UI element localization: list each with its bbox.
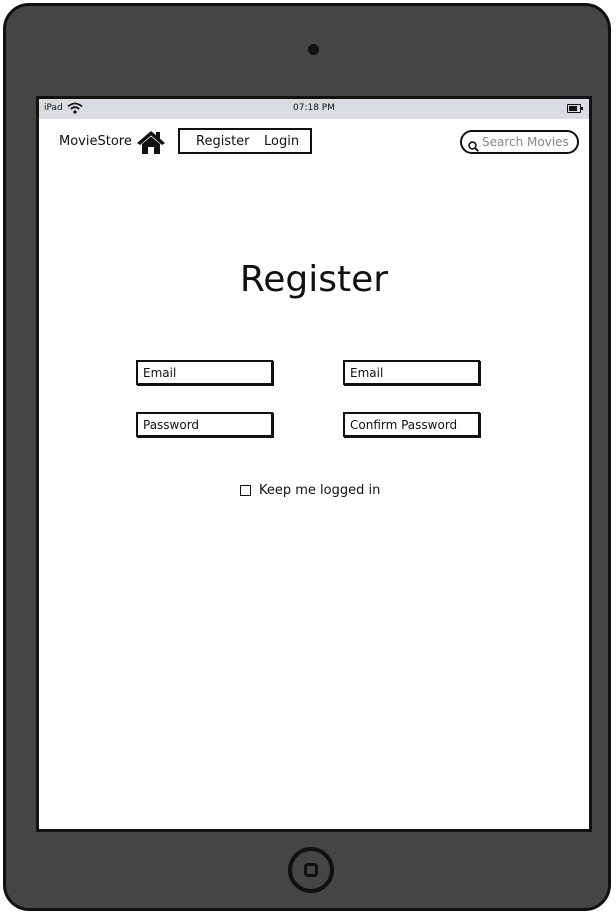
search-input[interactable] (482, 134, 576, 150)
keep-logged-in-label: Keep me logged in (259, 483, 381, 498)
nav-links: Register Login (178, 128, 312, 154)
email-input[interactable] (143, 364, 267, 381)
confirm-email-field[interactable] (343, 360, 480, 385)
keep-logged-in-checkbox[interactable] (240, 485, 251, 496)
camera (308, 44, 319, 55)
home-icon[interactable] (136, 129, 166, 159)
nav-login-link[interactable]: Login (264, 134, 299, 149)
password-field[interactable] (136, 412, 273, 437)
screen: iPad 07:18 PM MovieStore Register Login (36, 96, 592, 832)
brand-name[interactable]: MovieStore (59, 134, 132, 149)
home-button-square (304, 863, 318, 877)
device-home-button[interactable] (288, 847, 334, 893)
page-title: Register (239, 259, 389, 300)
search-box[interactable] (460, 130, 579, 154)
confirm-email-input[interactable] (350, 364, 474, 381)
battery-icon (567, 104, 583, 113)
ipad-frame: iPad 07:18 PM MovieStore Register Login (3, 3, 611, 911)
confirm-password-field[interactable] (343, 412, 480, 437)
nav-register-link[interactable]: Register (196, 134, 250, 149)
password-input[interactable] (143, 416, 267, 433)
email-field[interactable] (136, 360, 273, 385)
status-time: 07:18 PM (293, 103, 335, 113)
status-bar: iPad 07:18 PM (39, 99, 589, 119)
search-icon (468, 137, 479, 156)
confirm-password-input[interactable] (350, 416, 474, 433)
